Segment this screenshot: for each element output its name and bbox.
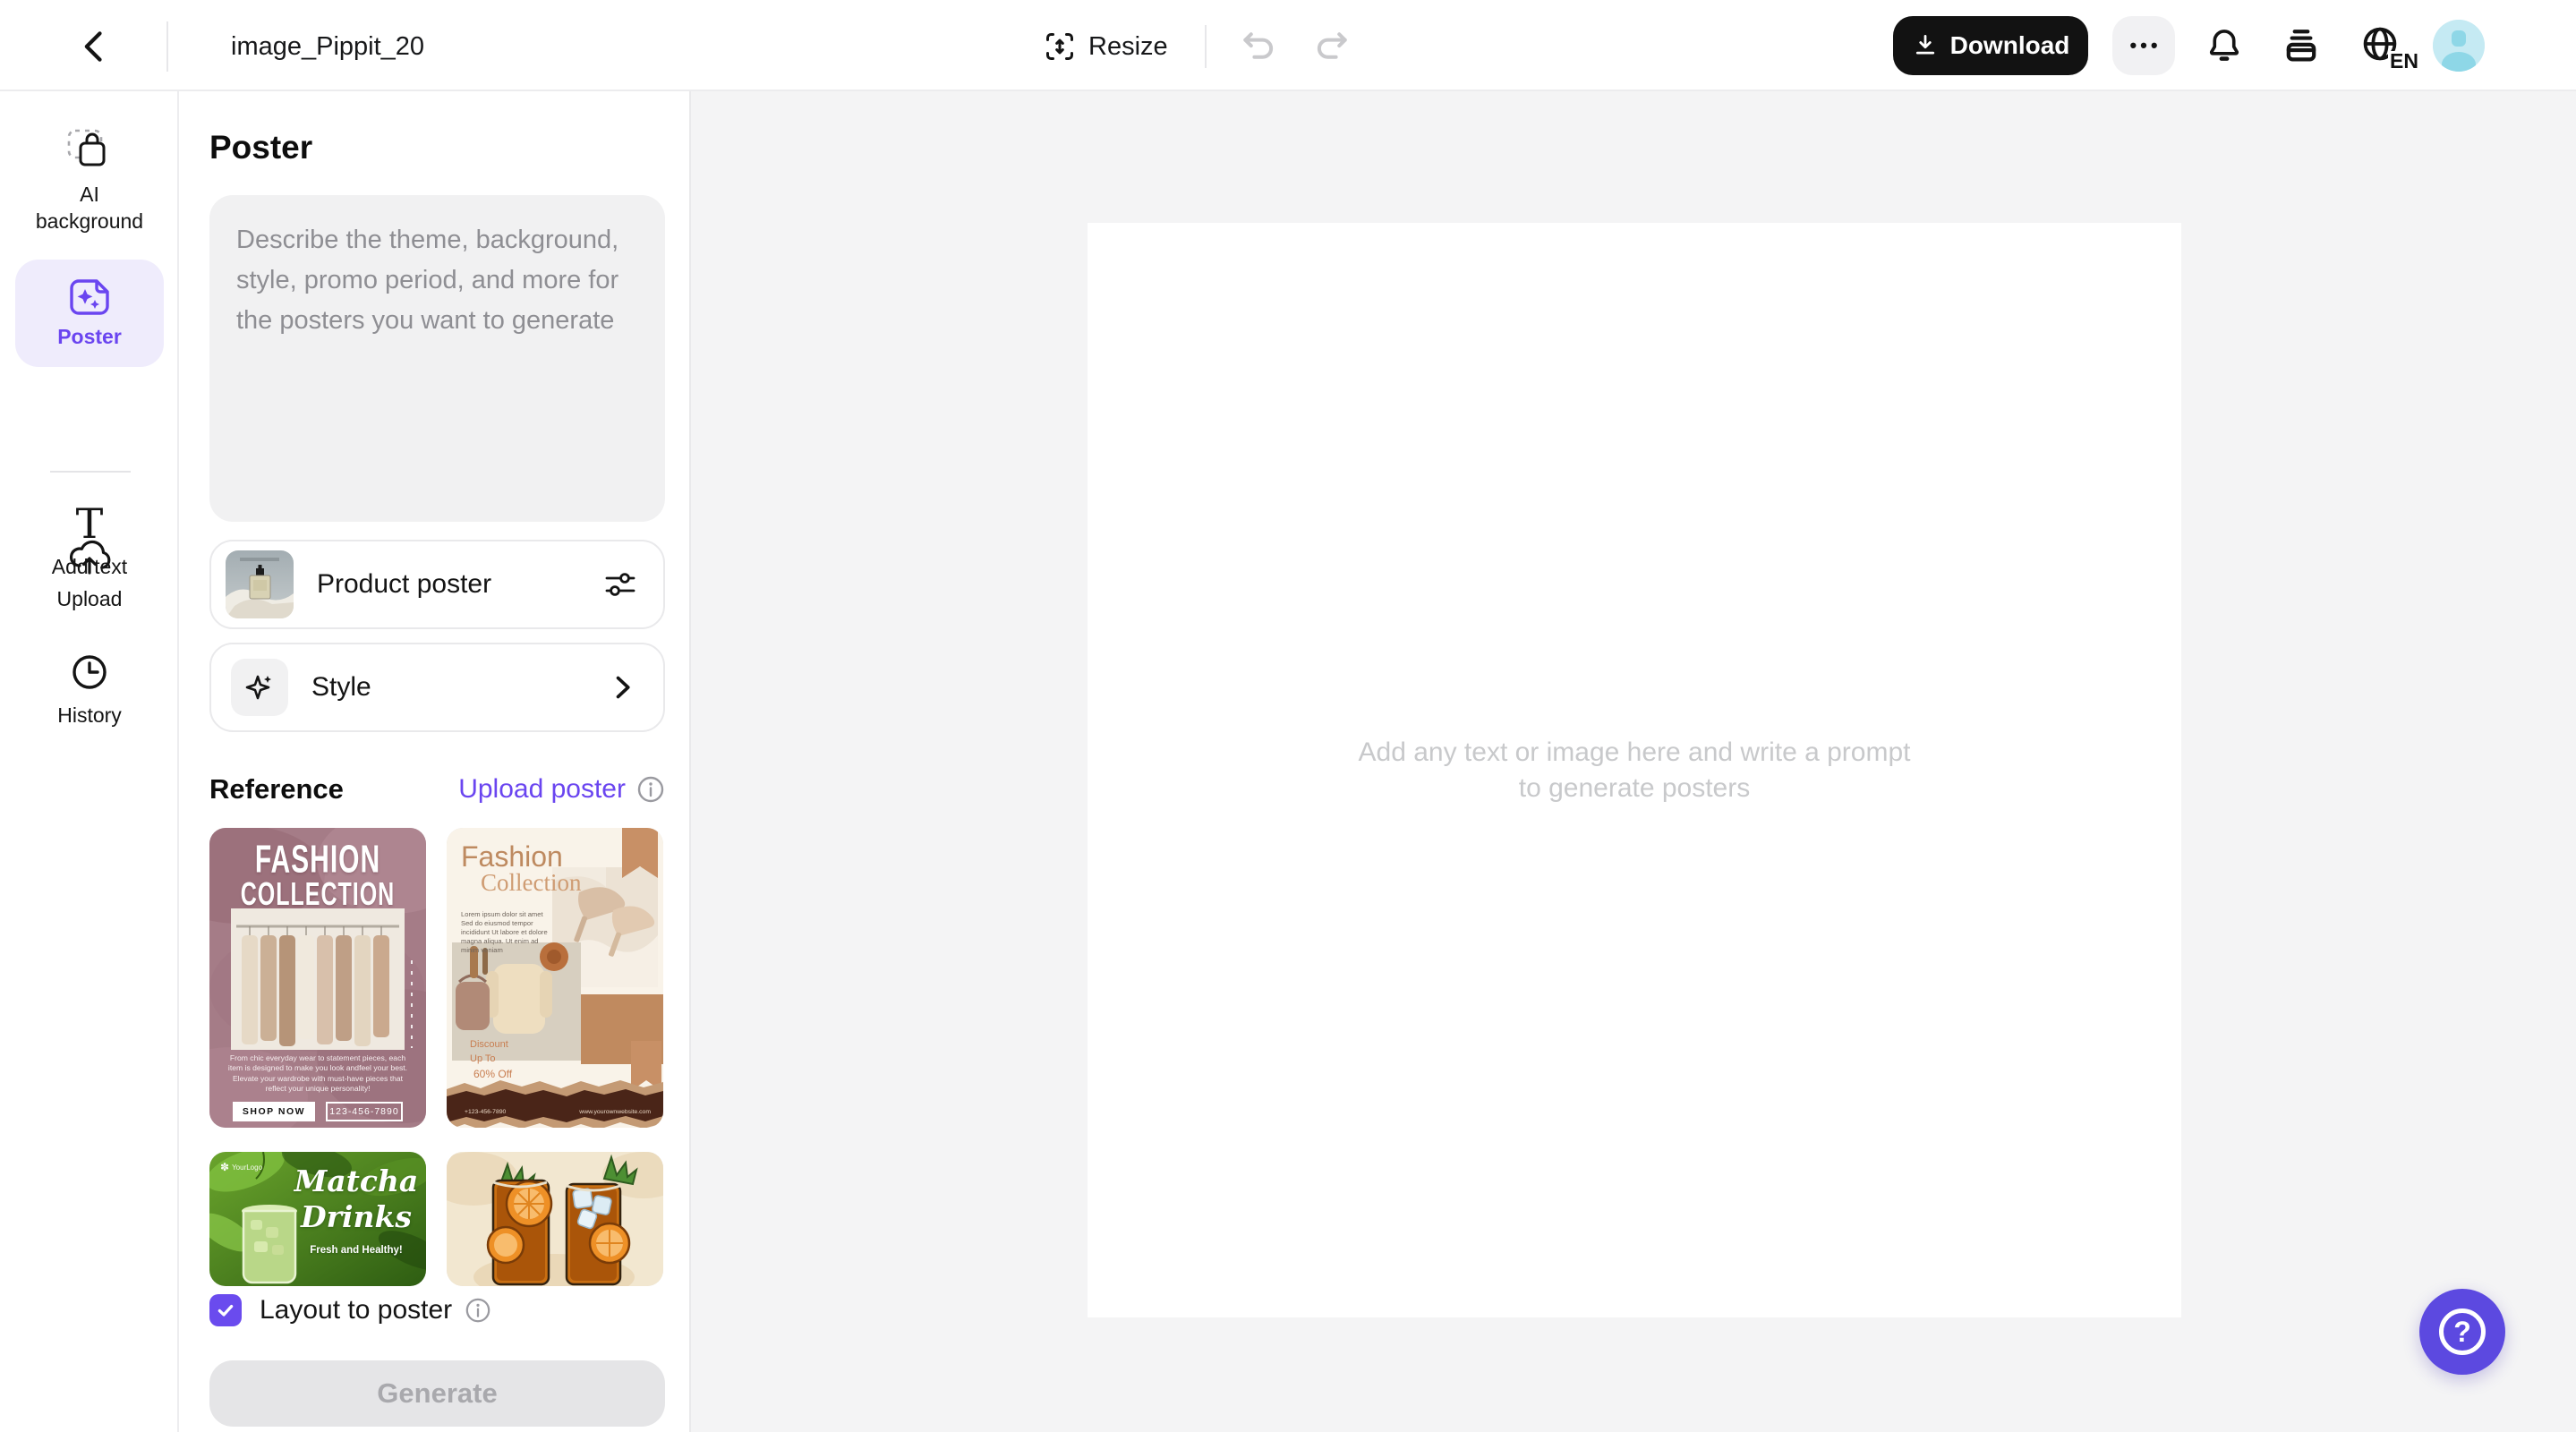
sidebar-label: History (57, 702, 122, 729)
artboard-placeholder-text: Add any text or image here and write a p… (1357, 735, 1912, 806)
poster-body-text: From chic everyday wear to statement pie… (227, 1053, 408, 1095)
redo-button[interactable] (1312, 27, 1352, 66)
reference-title: Reference (209, 773, 458, 806)
panel-title: Poster (209, 129, 312, 166)
poster-discount-line1: Discount (470, 1039, 508, 1050)
check-icon (216, 1300, 235, 1320)
sidebar-label: AI background (27, 181, 152, 234)
more-dots-icon: ••• (2126, 34, 2161, 57)
avatar-person-icon (2433, 20, 2485, 72)
help-question-icon: ? (2439, 1308, 2486, 1355)
topbar-divider (166, 21, 168, 72)
undo-icon (1239, 27, 1278, 66)
poster-title-line2: Drinks (285, 1202, 426, 1232)
layout-to-poster-label: Layout to poster (260, 1295, 452, 1325)
resize-label: Resize (1088, 32, 1168, 62)
reference-poster-fashion-mauve[interactable]: FASHION COLLECTION From chic everyday we… (209, 828, 426, 1128)
help-button[interactable]: ? (2419, 1289, 2505, 1375)
poster-logo-mark-icon: ✽ (220, 1161, 229, 1173)
poster-shop-now-button: SHOP NOW (233, 1102, 315, 1121)
sidebar-item-ai-background[interactable]: AI background (0, 127, 179, 234)
artboard[interactable]: Add any text or image here and write a p… (1088, 223, 2181, 1317)
reference-poster-matcha[interactable]: ✽ YourLogo Matcha Drinks Fresh and Healt… (209, 1152, 426, 1286)
poster-title-line1: Matcha (285, 1166, 426, 1196)
style-sparkle-icon (231, 659, 288, 716)
reference-poster-iced-tea[interactable] (447, 1152, 663, 1286)
download-label: Download (1950, 31, 2070, 60)
download-icon (1912, 32, 1939, 59)
poster-logo: ✽ YourLogo (220, 1161, 262, 1173)
canvas-area: Add any text or image here and write a p… (691, 91, 2576, 1432)
redo-icon (1312, 27, 1352, 66)
sidebar-item-history[interactable]: History (0, 652, 179, 729)
generate-button[interactable]: Generate (209, 1360, 665, 1427)
reference-poster-fashion-beige[interactable]: Fashion Collection Lorem ipsum dolor sit… (447, 828, 663, 1128)
upload-icon (66, 537, 113, 576)
resize-icon (1044, 30, 1076, 63)
avatar[interactable] (2433, 20, 2485, 72)
poster-panel: Poster Product poster (179, 91, 691, 1432)
product-poster-card[interactable]: Product poster (209, 540, 665, 629)
prompt-input[interactable] (209, 195, 665, 522)
sidebar-label: Poster (57, 323, 122, 350)
poster-title-line2: Collection (481, 869, 581, 897)
storage-icon (2281, 25, 2322, 66)
product-thumbnail (226, 550, 294, 618)
poster-title-line2: COLLECTION (209, 876, 426, 914)
assets-storage-button[interactable] (2281, 25, 2322, 66)
poster-tagline: Fresh and Healthy! (285, 1245, 426, 1256)
style-card[interactable]: Style (209, 643, 665, 732)
download-button[interactable]: Download (1893, 16, 2088, 75)
poster-logo-text: YourLogo (232, 1164, 262, 1172)
document-title: image_Pippit_20 (231, 32, 424, 62)
reference-header-row: Reference Upload poster (209, 773, 665, 806)
app-root: image_Pippit_20 Resize (0, 0, 2576, 1432)
style-label: Style (311, 672, 606, 703)
chevron-right-icon (606, 671, 638, 703)
sidebar: AI background Poster T Add text (0, 91, 179, 1432)
language-label: EN (2388, 51, 2418, 72)
poster-discount-line3: 60% Off (473, 1068, 512, 1080)
bell-icon (2204, 25, 2245, 66)
layout-to-poster-checkbox[interactable] (209, 1294, 242, 1326)
history-icon (69, 652, 110, 693)
back-button[interactable] (75, 27, 115, 66)
topbar-divider-2 (1205, 25, 1207, 68)
poster-icon (67, 277, 112, 318)
layout-to-poster-row: Layout to poster (209, 1294, 491, 1326)
upload-poster-link[interactable]: Upload poster (458, 774, 626, 805)
sidebar-item-upload[interactable]: Upload (0, 537, 179, 612)
poster-phone: +123-456-7890 (465, 1109, 506, 1115)
ai-background-icon (66, 127, 113, 172)
sidebar-label: Upload (57, 585, 123, 612)
sidebar-item-poster[interactable]: Poster (15, 260, 164, 367)
resize-button[interactable]: Resize (1044, 30, 1168, 63)
notifications-button[interactable] (2204, 25, 2245, 66)
poster-artwork (447, 1152, 663, 1286)
upload-poster-info-icon[interactable] (636, 775, 665, 804)
poster-discount-line2: Up To (470, 1053, 496, 1064)
more-options-button[interactable]: ••• (2112, 16, 2175, 75)
back-icon (75, 27, 115, 66)
topbar: image_Pippit_20 Resize (0, 0, 2576, 91)
adjust-sliders-icon (602, 567, 638, 602)
layout-info-icon[interactable] (465, 1297, 491, 1324)
poster-website: www.yourownwebsite.com (579, 1109, 651, 1115)
poster-phone: 123-456-7890 (326, 1102, 403, 1121)
poster-body-text: Lorem ipsum dolor sit amet Sed do eiusmo… (461, 910, 552, 955)
product-poster-label: Product poster (317, 569, 602, 600)
language-button[interactable]: EN (2359, 23, 2415, 72)
undo-button[interactable] (1239, 27, 1278, 66)
